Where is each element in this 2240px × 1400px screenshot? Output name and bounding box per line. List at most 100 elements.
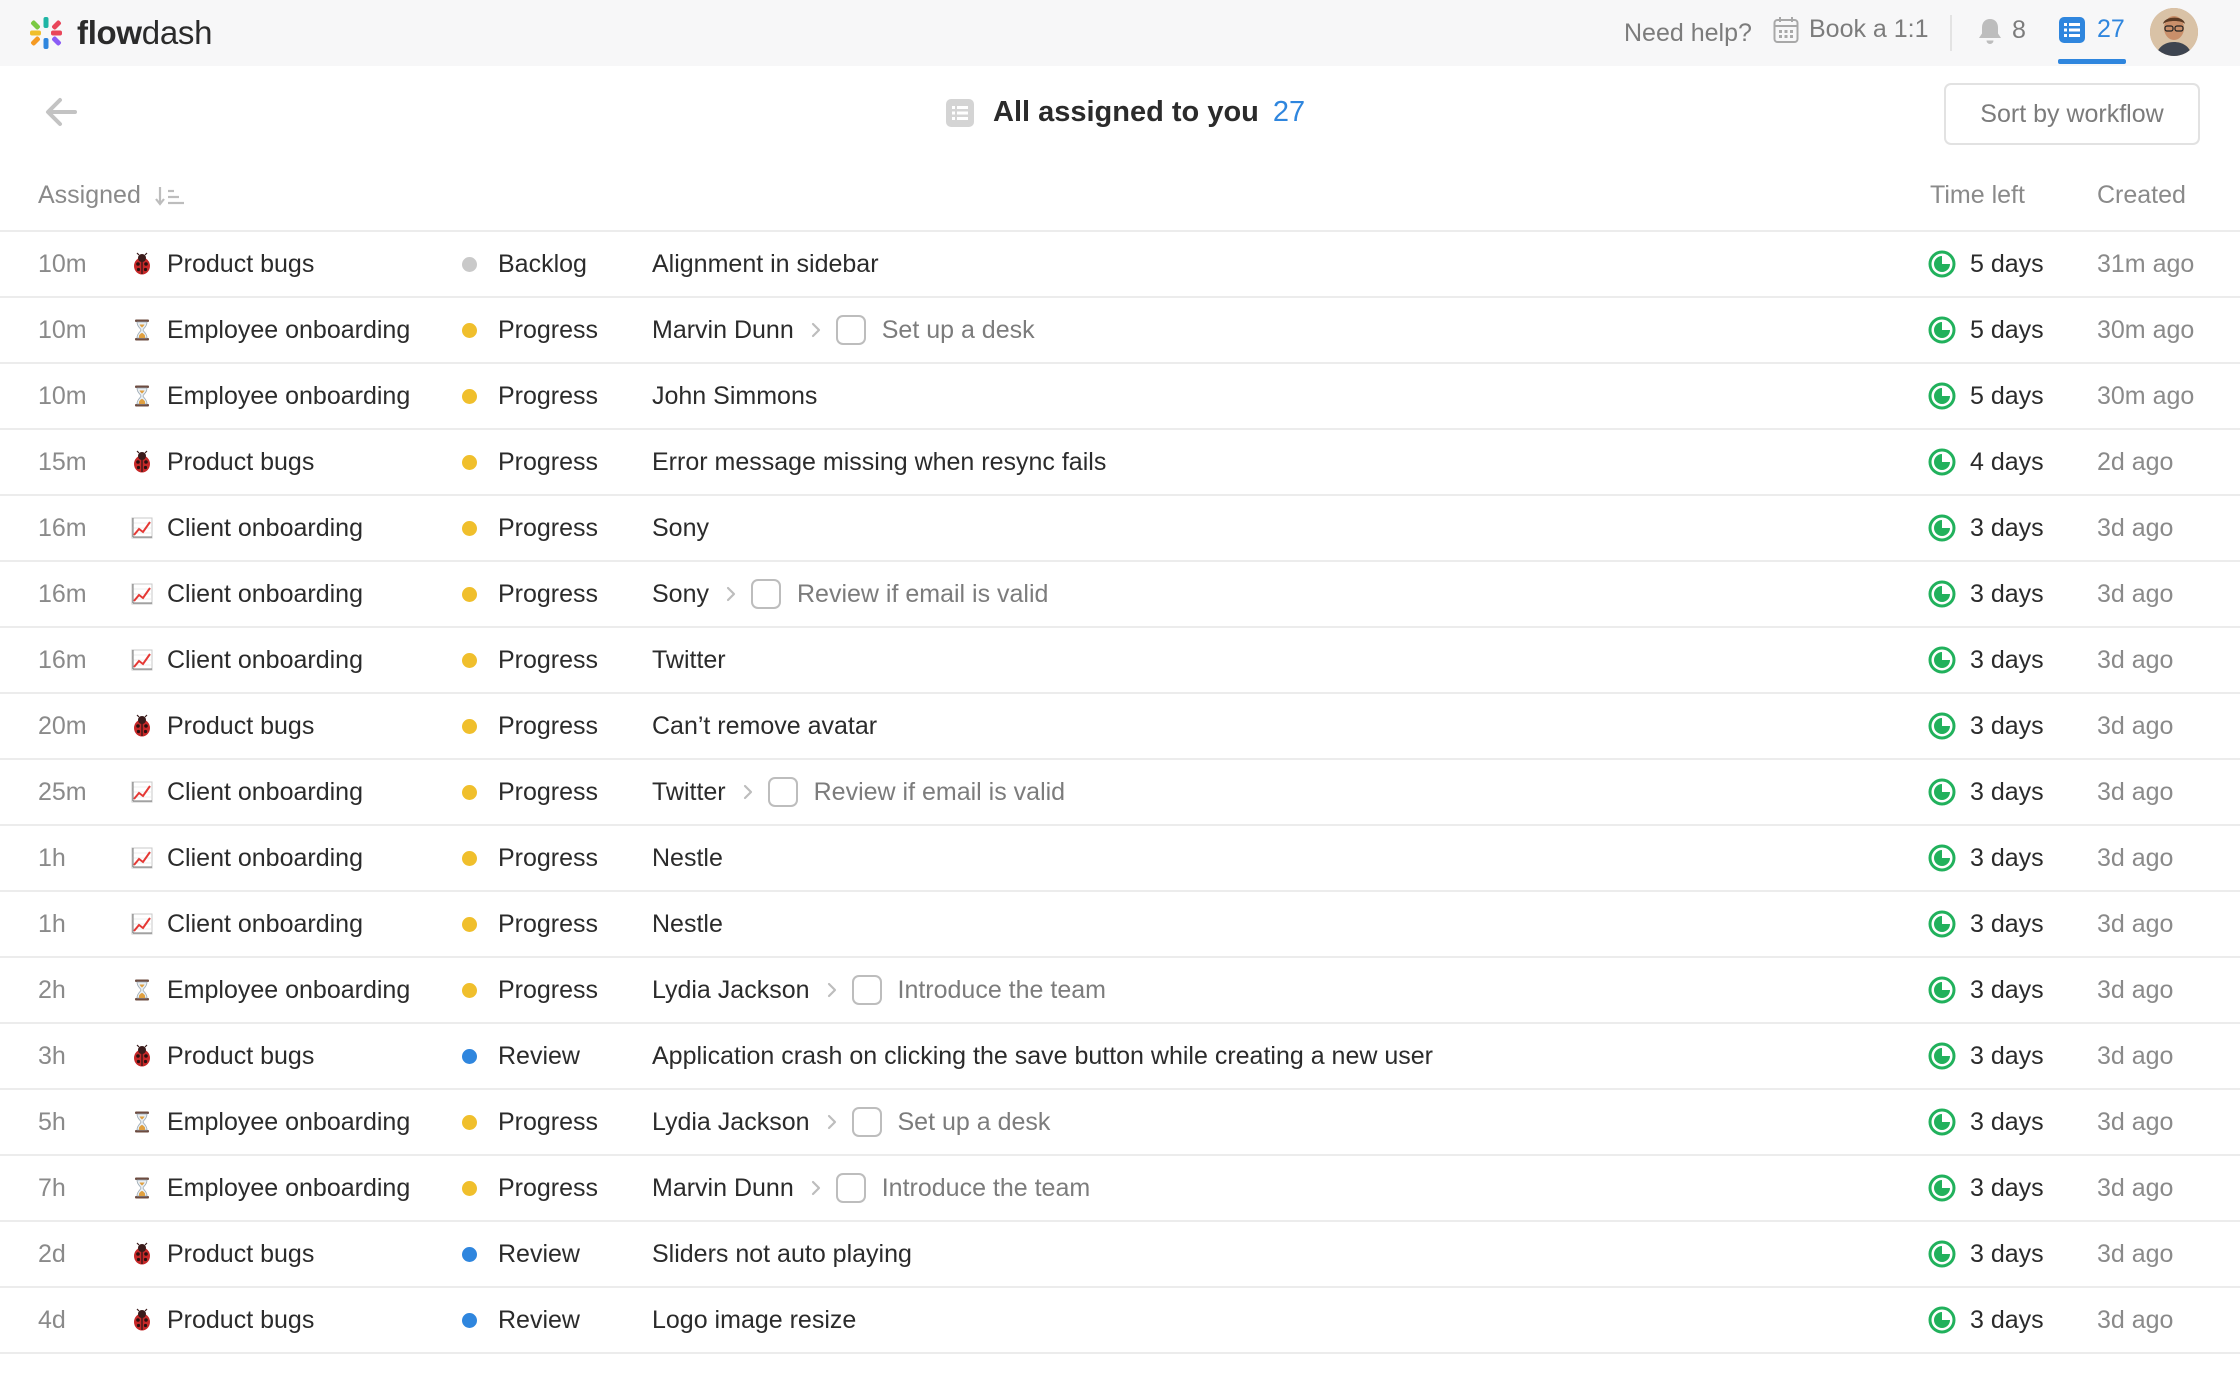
subtask-checkbox[interactable] (750, 579, 781, 609)
table-row[interactable]: 15m Product bugs Progress Error message mis… (0, 430, 2240, 496)
task-title[interactable]: Twitter (652, 778, 726, 807)
subtask-title[interactable]: Set up a desk (898, 1108, 1051, 1137)
chart-increasing-icon (129, 760, 155, 824)
task-cell[interactable]: Error message missing when resync fails (652, 430, 1106, 494)
workflow-name[interactable]: Client onboarding (167, 760, 363, 824)
workflow-name[interactable]: Employee onboarding (167, 364, 410, 428)
workflow-name[interactable]: Product bugs (167, 1222, 314, 1286)
back-arrow-icon[interactable] (44, 96, 80, 128)
workflow-name[interactable]: Client onboarding (167, 892, 363, 956)
assigned-time: 15m (38, 447, 87, 476)
task-cell[interactable]: Nestle (652, 826, 723, 890)
workflow-name[interactable]: Product bugs (167, 694, 314, 758)
task-title[interactable]: Lydia Jackson (652, 976, 810, 1005)
task-cell[interactable]: Nestle (652, 892, 723, 956)
table-row[interactable]: 7h Employee onboarding Progress Marvin Dunn… (0, 1156, 2240, 1222)
notifications-count: 8 (2012, 16, 2026, 44)
subtask-title[interactable]: Introduce the team (882, 1174, 1090, 1203)
task-title[interactable]: Nestle (652, 844, 723, 873)
notifications-button[interactable]: 8 (1977, 16, 2026, 45)
task-title[interactable]: Alignment in sidebar (652, 250, 879, 279)
table-row[interactable]: 3h Product bugs Review Application crash on… (0, 1024, 2240, 1090)
workflow-name[interactable]: Client onboarding (167, 826, 363, 890)
created-time: 3d ago (2097, 645, 2174, 674)
workflow-name[interactable]: Product bugs (167, 1024, 314, 1088)
table-row[interactable]: 2h Employee onboarding Progress Lydia Jacks… (0, 958, 2240, 1024)
task-title[interactable]: Lydia Jackson (652, 1108, 810, 1137)
subtask-title[interactable]: Review if email is valid (797, 580, 1048, 609)
workflow-name[interactable]: Employee onboarding (167, 298, 410, 362)
table-row[interactable]: 4d Product bugs Review Logo image resize 3 d… (0, 1288, 2240, 1354)
time-left: 5 days (1928, 298, 2044, 362)
subtask-checkbox[interactable] (767, 777, 798, 807)
created-time: 3d ago (2097, 909, 2174, 938)
table-row[interactable]: 16m Client onboarding Progress Twitter 3 day… (0, 628, 2240, 694)
column-header-time-left[interactable]: Time left (1930, 181, 2025, 210)
subtask-title[interactable]: Review if email is valid (814, 778, 1065, 807)
task-cell[interactable]: Marvin Dunn Set up a desk (652, 298, 1035, 362)
task-title[interactable]: Sony (652, 580, 709, 609)
table-row[interactable]: 1h Client onboarding Progress Nestle 3 days 3… (0, 892, 2240, 958)
workflow-name[interactable]: Product bugs (167, 1288, 314, 1352)
task-cell[interactable]: Lydia Jackson Set up a desk (652, 1090, 1050, 1154)
sort-descending-icon[interactable] (155, 185, 187, 207)
task-title[interactable]: Twitter (652, 646, 726, 675)
table-row[interactable]: 10m Employee onboarding Progress Marvin Dun… (0, 298, 2240, 364)
task-cell[interactable]: Alignment in sidebar (652, 232, 879, 296)
table-row[interactable]: 20m Product bugs Progress Can’t remove avat… (0, 694, 2240, 760)
task-title[interactable]: Can’t remove avatar (652, 712, 877, 741)
table-row[interactable]: 16m Client onboarding Progress Sony Review i… (0, 562, 2240, 628)
table-row[interactable]: 16m Client onboarding Progress Sony 3 days 3d… (0, 496, 2240, 562)
task-title[interactable]: Nestle (652, 910, 723, 939)
task-cell[interactable]: Sony Review if email is valid (652, 562, 1048, 626)
my-tasks-button[interactable]: 27 (2058, 15, 2125, 44)
table-row[interactable]: 1h Client onboarding Progress Nestle 3 days 3… (0, 826, 2240, 892)
stage-name: Backlog (498, 249, 587, 278)
workflow-name[interactable]: Client onboarding (167, 496, 363, 560)
workflow-name[interactable]: Client onboarding (167, 562, 363, 626)
task-title[interactable]: John Simmons (652, 382, 817, 411)
task-cell[interactable]: John Simmons (652, 364, 817, 428)
task-cell[interactable]: Application crash on clicking the save b… (652, 1024, 1433, 1088)
table-row[interactable]: 5h Employee onboarding Progress Lydia Jacks… (0, 1090, 2240, 1156)
table-row[interactable]: 10m Employee onboarding Progress John Simmo… (0, 364, 2240, 430)
workflow-name[interactable]: Product bugs (167, 430, 314, 494)
task-cell[interactable]: Twitter (652, 628, 726, 692)
sort-by-workflow-button[interactable]: Sort by workflow (1944, 83, 2200, 145)
task-title[interactable]: Sony (652, 514, 709, 543)
workflow-name[interactable]: Client onboarding (167, 628, 363, 692)
task-title[interactable]: Application crash on clicking the save b… (652, 1042, 1433, 1071)
app-logo[interactable]: flowdash (29, 14, 212, 52)
subtask-checkbox[interactable] (851, 975, 882, 1005)
subtask-title[interactable]: Set up a desk (882, 316, 1035, 345)
need-help-link[interactable]: Need help? (1624, 19, 1752, 48)
user-avatar[interactable] (2150, 8, 2198, 56)
task-title[interactable]: Error message missing when resync fails (652, 448, 1106, 477)
workflow-name[interactable]: Product bugs (167, 232, 314, 296)
subtask-title[interactable]: Introduce the team (898, 976, 1106, 1005)
subtask-checkbox[interactable] (835, 1173, 866, 1203)
task-cell[interactable]: Sony (652, 496, 709, 560)
workflow-name[interactable]: Employee onboarding (167, 1090, 410, 1154)
task-cell[interactable]: Marvin Dunn Introduce the team (652, 1156, 1090, 1220)
book-meeting-button[interactable]: Book a 1:1 (1773, 15, 1929, 44)
task-cell[interactable]: Lydia Jackson Introduce the team (652, 958, 1106, 1022)
task-cell[interactable]: Logo image resize (652, 1288, 856, 1352)
task-cell[interactable]: Sliders not auto playing (652, 1222, 912, 1286)
column-header-assigned[interactable]: Assigned (38, 181, 187, 210)
column-header-created[interactable]: Created (2097, 181, 2186, 210)
table-row[interactable]: 10m Product bugs Backlog Alignment in sideb… (0, 232, 2240, 298)
workflow-name[interactable]: Employee onboarding (167, 958, 410, 1022)
page-title-text: All assigned to you (993, 96, 1259, 128)
task-title[interactable]: Logo image resize (652, 1306, 856, 1335)
table-row[interactable]: 2d Product bugs Review Sliders not auto pla… (0, 1222, 2240, 1288)
subtask-checkbox[interactable] (835, 315, 866, 345)
task-title[interactable]: Marvin Dunn (652, 316, 794, 345)
task-cell[interactable]: Twitter Review if email is valid (652, 760, 1065, 824)
task-title[interactable]: Sliders not auto playing (652, 1240, 912, 1269)
workflow-name[interactable]: Employee onboarding (167, 1156, 410, 1220)
task-title[interactable]: Marvin Dunn (652, 1174, 794, 1203)
subtask-checkbox[interactable] (851, 1107, 882, 1137)
table-row[interactable]: 25m Client onboarding Progress Twitter Revie… (0, 760, 2240, 826)
task-cell[interactable]: Can’t remove avatar (652, 694, 877, 758)
